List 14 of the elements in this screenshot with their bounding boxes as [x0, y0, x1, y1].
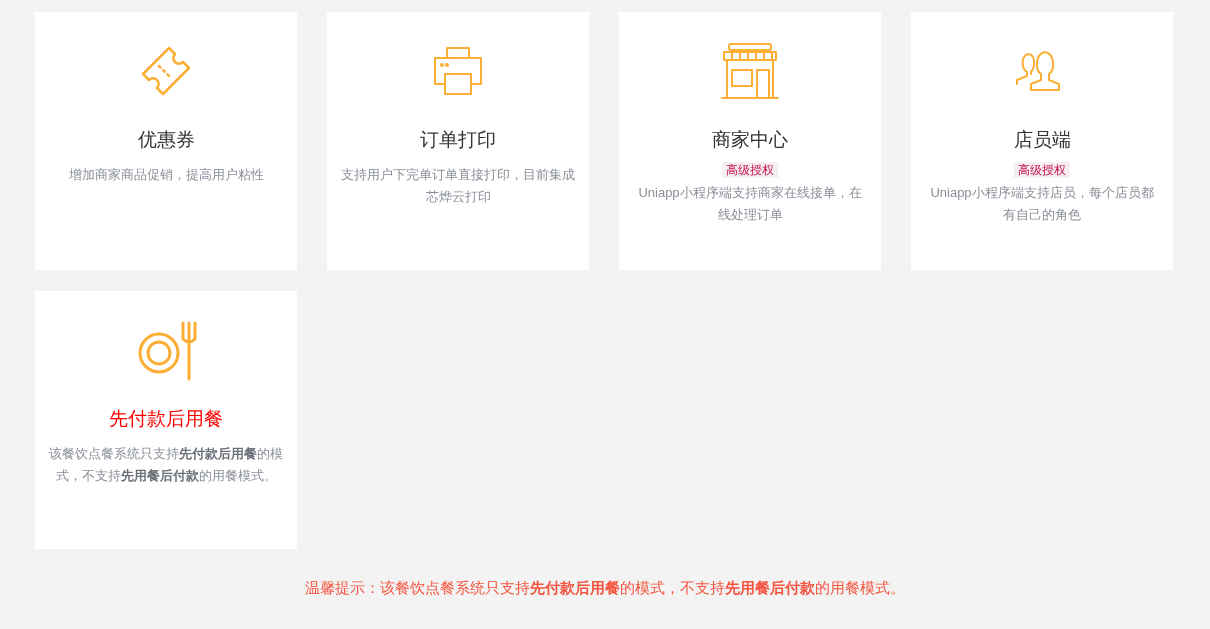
card-description: Uniapp小程序端支持商家在线接单，在线处理订单	[637, 184, 863, 224]
license-badge: 高级授权	[1014, 162, 1070, 178]
card-description: 支持用户下完单订单直接打印，目前集成芯烨云打印	[340, 166, 576, 206]
notice-text: 温馨提示：该餐饮点餐系统只支持先付款后用餐的模式，不支持先用餐后付款的用餐模式。	[304, 579, 906, 598]
card-title: 优惠券	[137, 128, 195, 152]
card-description: 该餐饮点餐系统只支持先付款后用餐的模式，不支持先用餐后付款的用餐模式。	[48, 445, 284, 485]
card-description: Uniapp小程序端支持店员，每个店员都有自己的角色	[929, 184, 1155, 224]
card-description: 增加商家商品促销，提高用户粘性	[67, 166, 265, 184]
card-title: 店员端	[1013, 128, 1071, 152]
card-title: 商家中心	[712, 128, 788, 152]
card-title: 订单打印	[420, 128, 496, 152]
card-title: 先付款后用餐	[109, 407, 223, 431]
license-badge: 高级授权	[722, 162, 778, 178]
store-icon	[719, 40, 781, 102]
